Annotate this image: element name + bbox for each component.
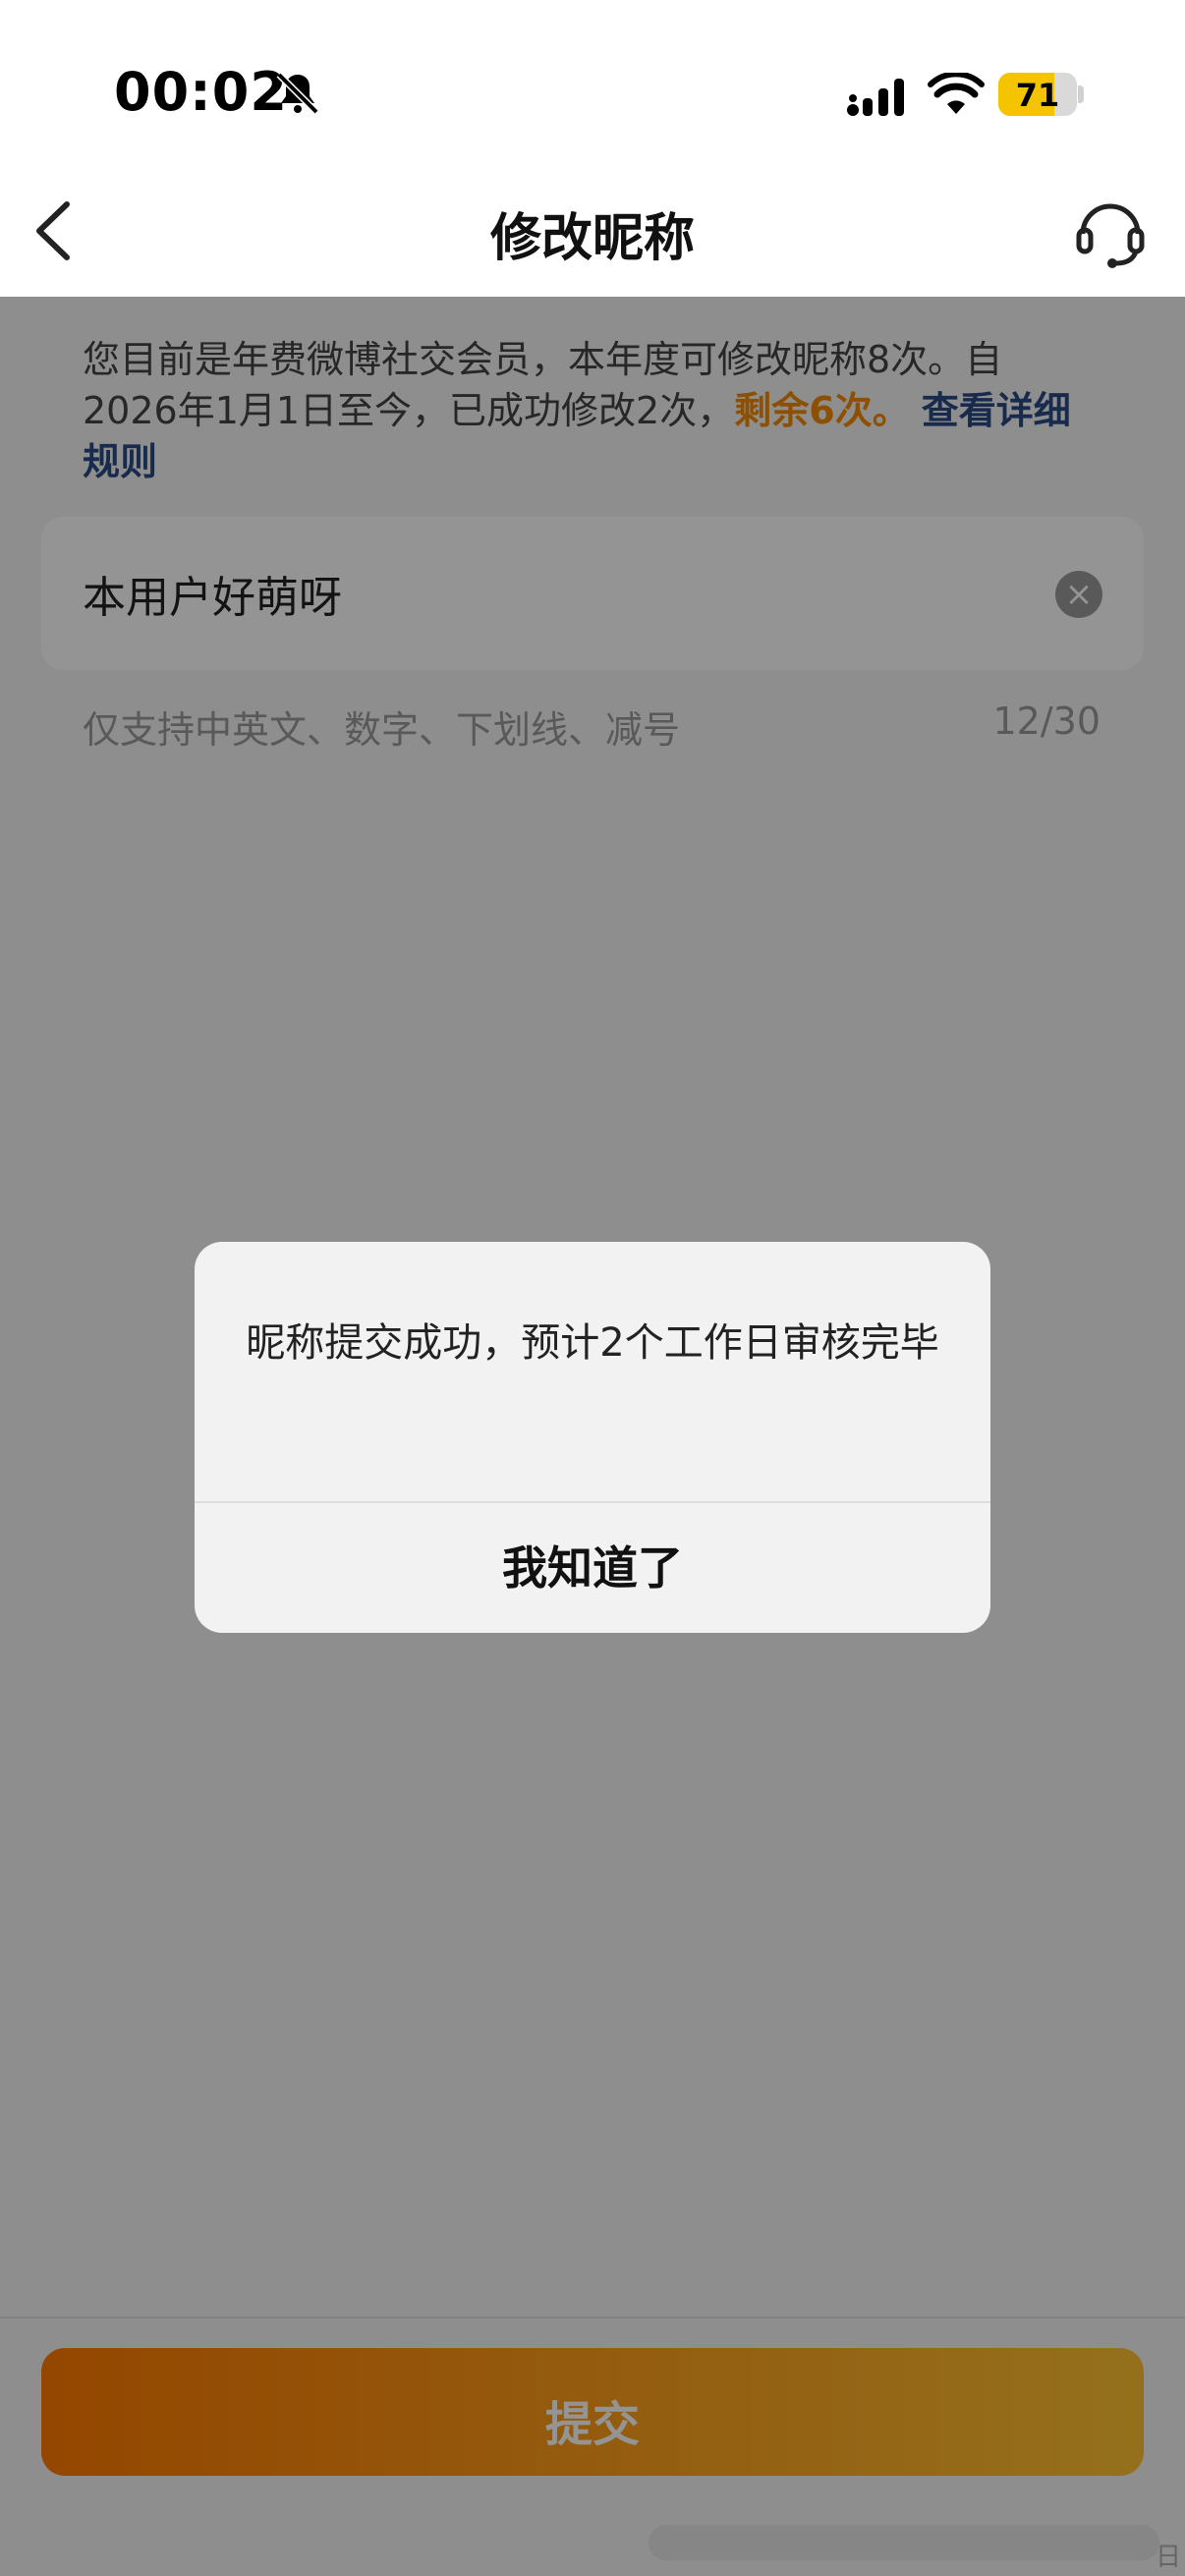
status-time: 00:02	[114, 61, 288, 123]
page-title: 修改昵称	[489, 209, 695, 268]
battery-percentage: 71	[1015, 77, 1060, 114]
success-dialog: 昵称提交成功，预计2个工作日审核完毕 我知道了	[195, 1242, 990, 1633]
headset-icon[interactable]	[1073, 195, 1148, 269]
watermark	[649, 2525, 1159, 2560]
signal-icon	[847, 79, 904, 116]
dialog-message: 昵称提交成功，预计2个工作日审核完毕	[246, 1320, 939, 1366]
battery-icon: 71	[998, 73, 1077, 116]
acknowledge-button[interactable]: 我知道了	[195, 1503, 990, 1633]
watermark-glyph: 日	[1156, 2543, 1182, 2572]
wifi-icon	[928, 73, 985, 114]
bell-slash-icon	[276, 72, 319, 115]
battery-nub	[1078, 85, 1084, 103]
